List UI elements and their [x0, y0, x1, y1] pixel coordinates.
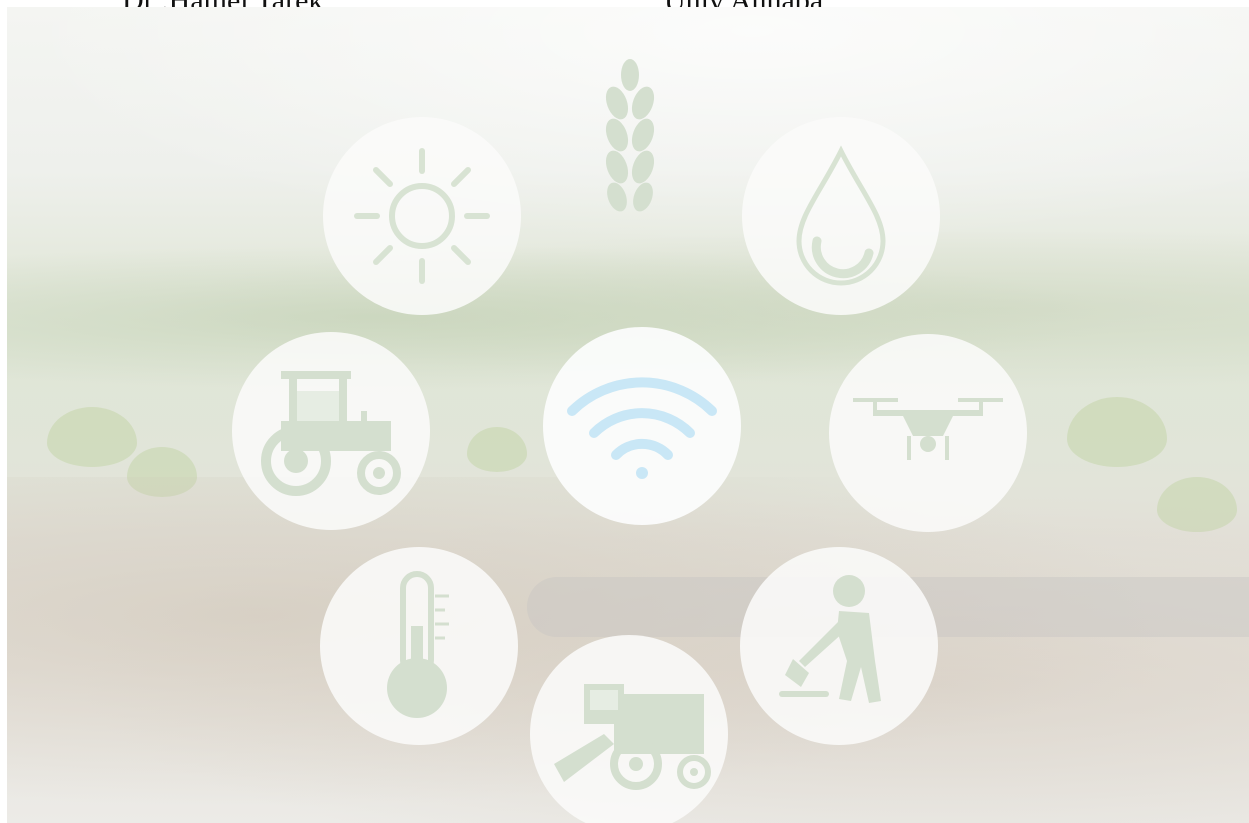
farmer-shovel-icon: [779, 575, 881, 703]
sun-circle: [323, 117, 521, 315]
drone-circle: [829, 334, 1027, 532]
thermometer-icon: [387, 571, 449, 718]
wifi-circle: [543, 327, 741, 525]
wheat-icon: [595, 57, 665, 222]
thermometer-circle: [320, 547, 518, 745]
water-drop-circle: [742, 117, 940, 315]
water-drop-icon: [796, 145, 886, 286]
sun-icon: [354, 148, 490, 284]
harvester-icon: [554, 684, 711, 790]
drone-icon: [853, 398, 1003, 460]
harvester-circle: [530, 635, 728, 823]
tractor-circle: [232, 332, 430, 530]
wifi-icon: [567, 377, 717, 479]
tractor-icon: [261, 371, 401, 496]
background-image: [7, 7, 1249, 823]
farmer-circle: [740, 547, 938, 745]
